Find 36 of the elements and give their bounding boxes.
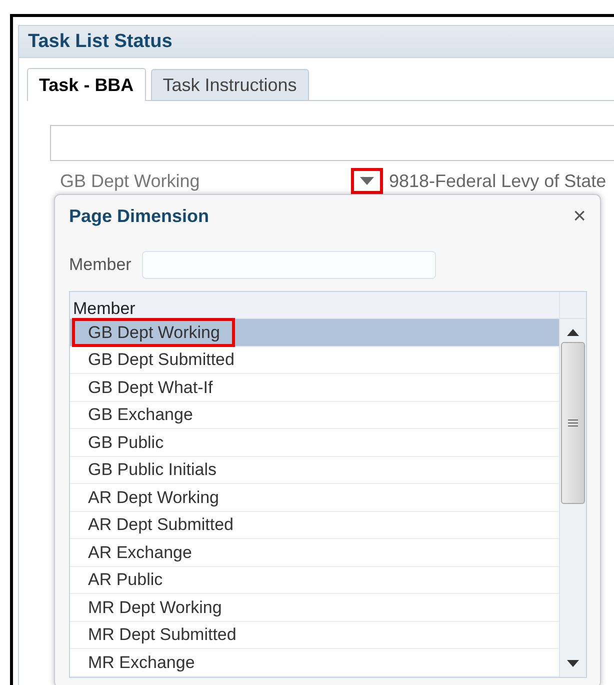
member-label: AR Public <box>87 569 164 592</box>
member-label: MR Dept Submitted <box>87 624 238 646</box>
member-label: GB Dept What-If <box>87 376 214 399</box>
member-row[interactable]: MR Dept Submitted <box>70 622 559 649</box>
scroll-down-icon[interactable] <box>567 660 579 666</box>
member-search-field[interactable] <box>142 251 436 279</box>
member-label: GB Dept Working <box>72 318 235 347</box>
member-label: GB Dept Submitted <box>87 349 236 372</box>
member-row[interactable]: AR Dept Submitted <box>70 512 559 539</box>
close-button[interactable]: × <box>573 205 586 227</box>
panel-title: Task List Status <box>18 25 614 58</box>
member-label: AR Dept Submitted <box>87 514 235 536</box>
text-field[interactable] <box>50 125 614 161</box>
member-label: GB Exchange <box>87 404 194 426</box>
member-label: GB Public <box>87 432 165 454</box>
column-header: Member <box>72 298 136 318</box>
grip-icon <box>568 419 578 427</box>
member-label: AR Dept Working <box>87 486 220 509</box>
dialog-title: Page Dimension <box>69 206 210 226</box>
member-label: MR Exchange <box>87 652 196 674</box>
member-label: GB Public Initials <box>87 459 218 482</box>
scrollbar-thumb[interactable] <box>561 342 585 504</box>
member-row[interactable]: GB Exchange <box>70 402 559 429</box>
scroll-up-icon[interactable] <box>567 329 579 336</box>
member-label: MR Dept Working <box>87 596 223 619</box>
member-row[interactable]: AR Public <box>70 566 559 594</box>
page-value: GB Dept Working <box>59 170 201 192</box>
page-value: 9818-Federal Levy of State <box>389 170 606 192</box>
field-label: Member <box>69 255 132 275</box>
tab[interactable]: Task - BBA <box>27 68 146 101</box>
member-label: AR Exchange <box>87 542 193 564</box>
tab[interactable]: Task Instructions <box>150 69 309 100</box>
caret-icon <box>360 177 374 185</box>
member-row[interactable]: GB Public Initials <box>70 456 559 484</box>
dropdown-button[interactable] <box>351 168 383 194</box>
member-row[interactable]: GB Dept Working <box>70 319 559 346</box>
